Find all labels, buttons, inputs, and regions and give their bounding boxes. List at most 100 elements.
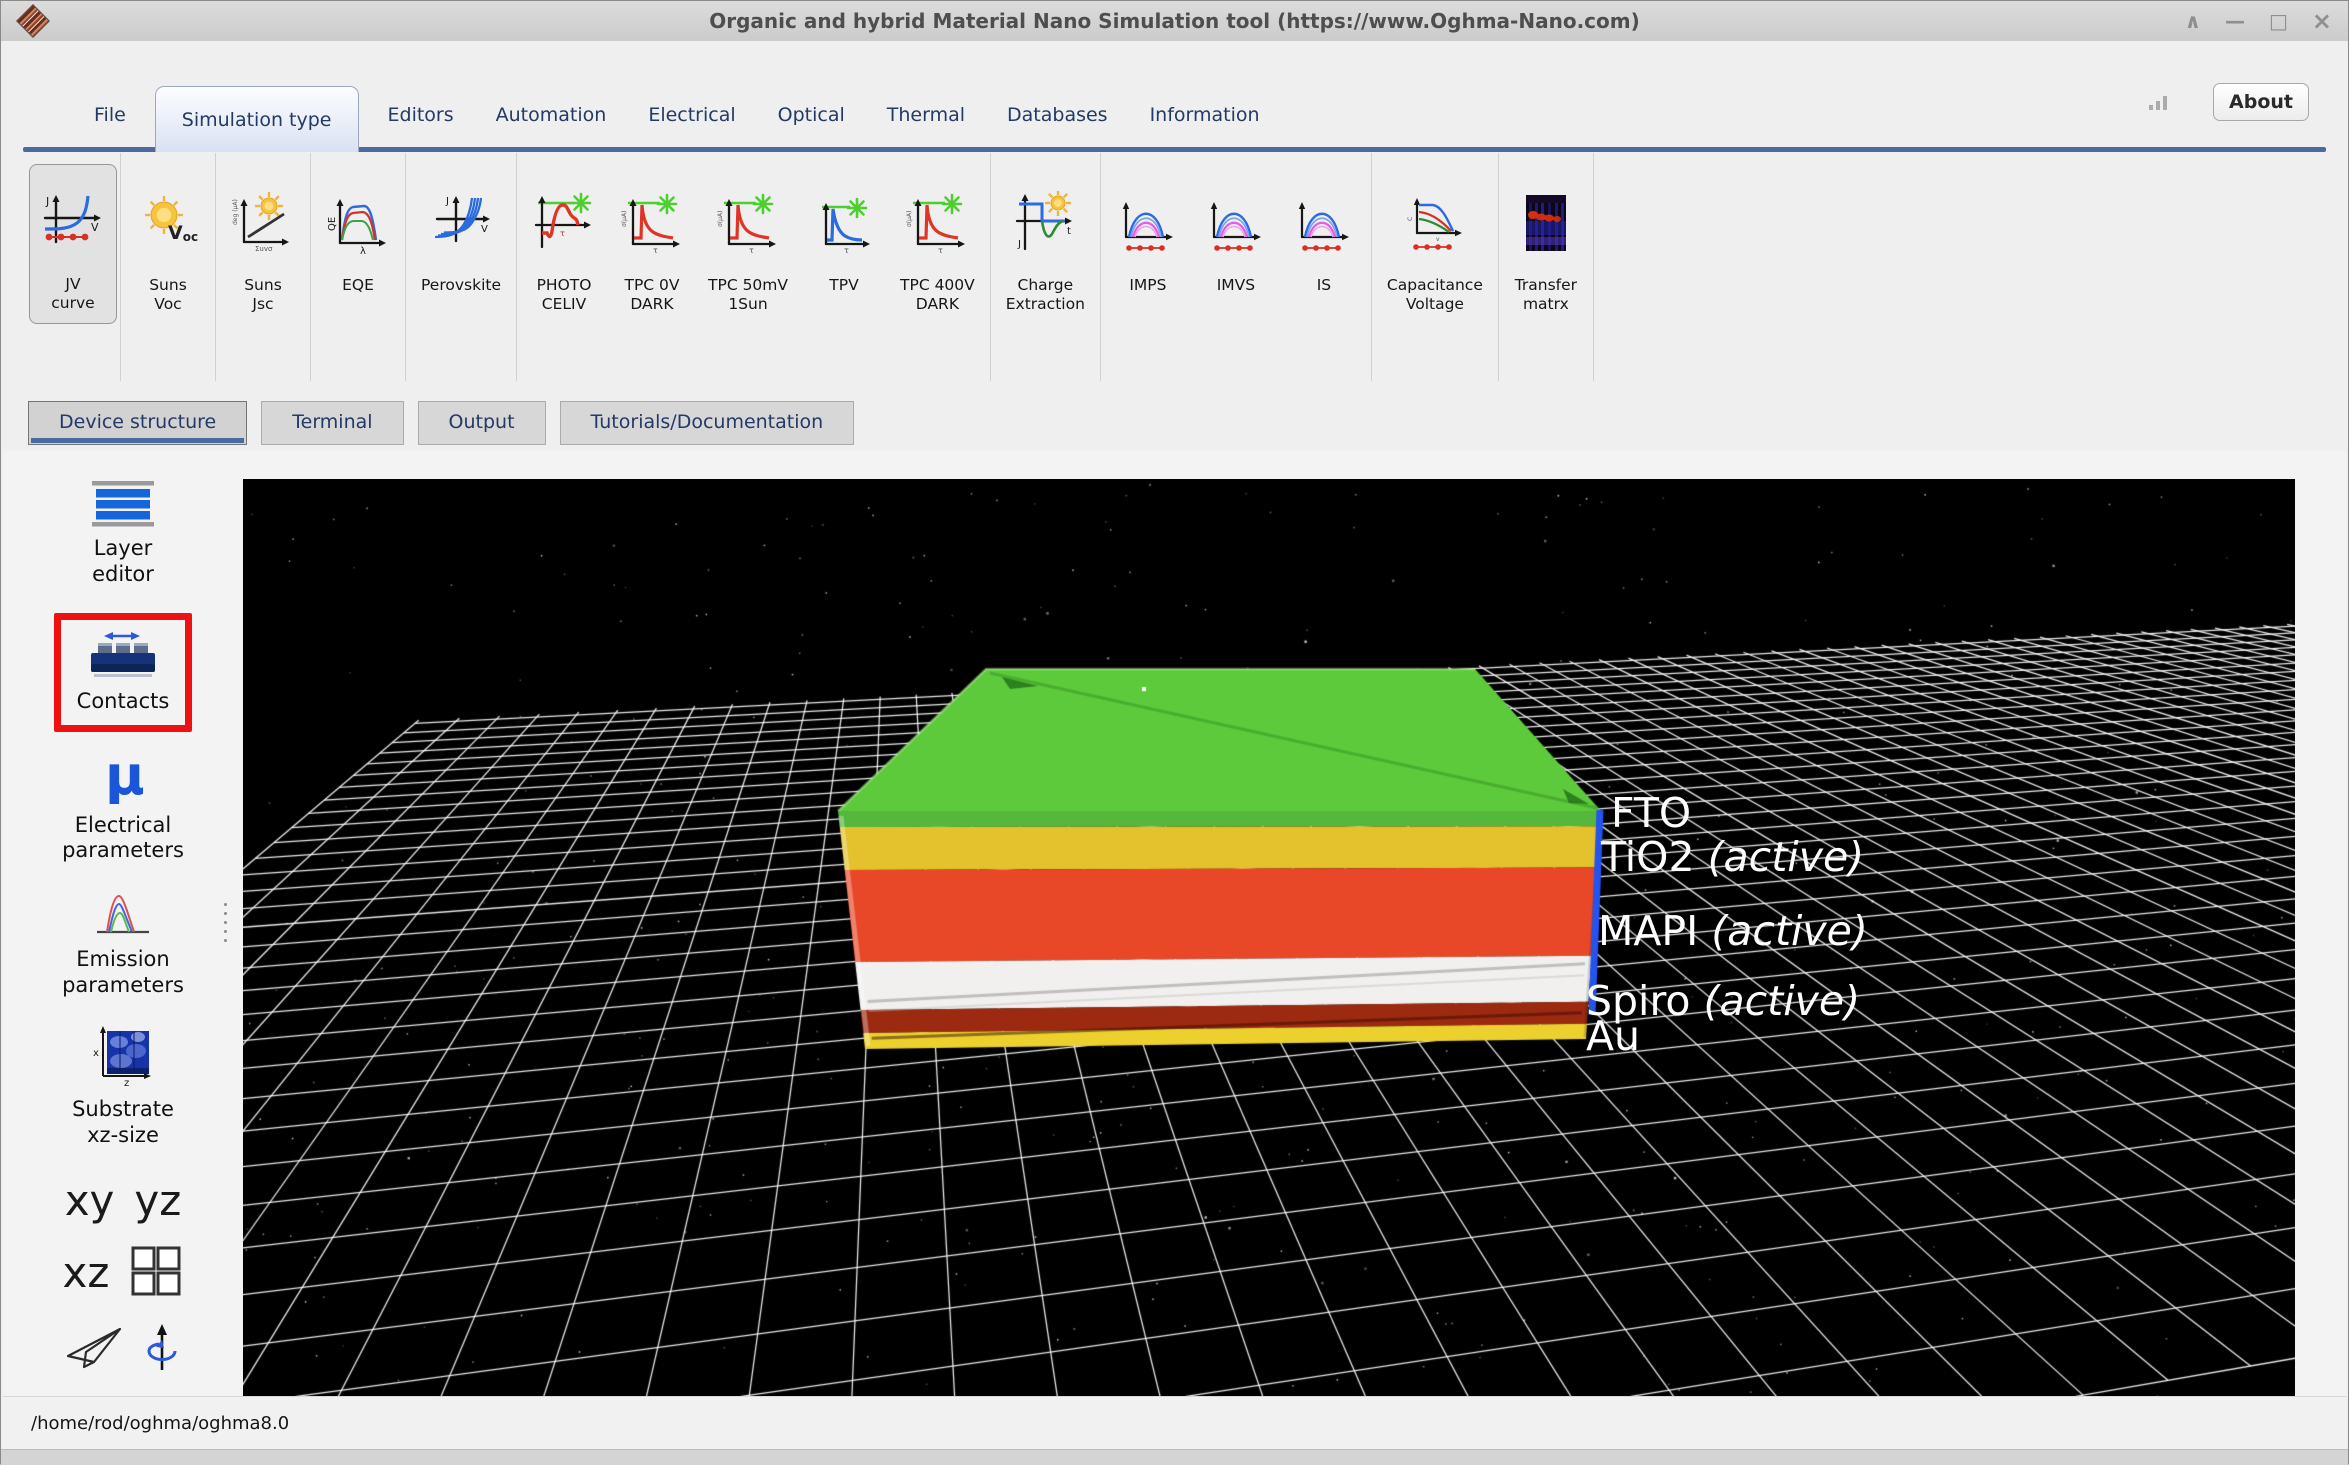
tool-jv-curve[interactable]: JV JV curve xyxy=(29,164,117,324)
tool-label: Transfer matrx xyxy=(1515,276,1577,315)
imps-icon xyxy=(1116,175,1180,271)
grid-2x2-button[interactable] xyxy=(129,1244,183,1302)
svg-text:J: J xyxy=(1017,239,1021,250)
menu-tab-editors[interactable]: Editors xyxy=(367,104,475,152)
tool-suns-voc[interactable]: VocSuns Voc xyxy=(124,165,212,325)
tool-imvs[interactable]: IMVS xyxy=(1192,165,1280,305)
toolbar-group-1: VocSuns Voc xyxy=(121,153,216,381)
svg-text:μ: μ xyxy=(105,746,145,804)
tool-charge-extraction[interactable]: JtCharge Extraction xyxy=(994,165,1097,325)
menu-tab-simulation-type[interactable]: Simulation type xyxy=(155,86,359,152)
close-window-icon[interactable]: × xyxy=(2312,1,2332,41)
contacts-icon xyxy=(86,630,160,680)
sidebar-item-label: Contacts xyxy=(77,689,170,715)
toolbar-group-2: Σuvσdeg (µA)Suns Jsc xyxy=(216,153,311,381)
window-controls: ∧ — □ × xyxy=(2185,1,2332,41)
layer-active-suffix: (active) xyxy=(1690,977,1860,1025)
menu-tab-optical[interactable]: Optical xyxy=(757,104,866,152)
view-yz-button[interactable]: yz xyxy=(134,1180,181,1222)
menu-tab-electrical[interactable]: Electrical xyxy=(627,104,756,152)
simulation-type-ribbon: JV JV curveVocSuns Voc Σuvσdeg (µA)Suns … xyxy=(1,153,2348,396)
svg-text:τ: τ xyxy=(938,246,943,255)
window-bottom-edge xyxy=(1,1449,2348,1465)
tool-tpv[interactable]: τTPV xyxy=(800,165,888,305)
tool-tpc-0v-dark[interactable]: τσ(µA)TPC 0V DARK xyxy=(608,165,696,325)
paper-plane-button[interactable] xyxy=(65,1325,125,1375)
tool-label: PHOTO CELIV xyxy=(537,276,592,315)
sidebar-item-emission-parameters[interactable]: Emission parameters xyxy=(54,884,192,1002)
tool-label: Capacitance Voltage xyxy=(1387,276,1483,315)
menu-tab-thermal[interactable]: Thermal xyxy=(866,104,986,152)
sidebar-item-label: Layer editor xyxy=(92,536,154,587)
tool-transfer-matrx[interactable]: Transfer matrx xyxy=(1502,165,1590,325)
tab-output[interactable]: Output xyxy=(418,401,546,445)
svg-text:QE: QE xyxy=(327,217,338,231)
view-xy-button[interactable]: xy xyxy=(65,1180,115,1222)
tool-photo-celiv[interactable]: τ PHOTO CELIV xyxy=(520,165,608,325)
svg-text:τ: τ xyxy=(560,229,565,238)
maximize-window-icon[interactable]: □ xyxy=(2269,1,2288,41)
sidebar-item-contacts[interactable]: Contacts xyxy=(54,613,193,732)
svg-text:x: x xyxy=(93,1048,99,1059)
svg-text:z: z xyxy=(124,1078,129,1088)
tpc-red-icon: τσ(µA) xyxy=(716,175,780,271)
splitter-handle[interactable] xyxy=(224,903,227,942)
sidebar-item-substrate-xz-size[interactable]: x z Substrate xz-size xyxy=(64,1020,182,1152)
layer-active-suffix: (active) xyxy=(1695,833,1865,881)
minimize-window-icon[interactable]: — xyxy=(2225,1,2245,41)
svg-text:V: V xyxy=(481,224,488,235)
titlebar: Organic and hybrid Material Nano Simulat… xyxy=(1,1,2348,42)
menu-tab-databases[interactable]: Databases xyxy=(986,104,1129,152)
tool-tpc-50mv-1sun[interactable]: τσ(µA) TPC 50mV 1Sun xyxy=(696,165,800,325)
tool-label: Perovskite xyxy=(421,276,501,295)
tool-label: Suns Jsc xyxy=(244,276,282,315)
tool-tpc-400v-dark[interactable]: τσ(µA) TPC 400V DARK xyxy=(888,165,987,325)
view-xz-button[interactable]: xz xyxy=(63,1252,110,1294)
tool-label: IS xyxy=(1317,276,1331,295)
sidebar-item-electrical-parameters[interactable]: μElectrical parameters xyxy=(54,742,192,868)
tool-label: TPC 400V DARK xyxy=(900,276,975,315)
photo-celiv-icon: τ xyxy=(532,175,596,271)
tool-eqe[interactable]: QE λEQE xyxy=(314,165,402,305)
svg-text:λ: λ xyxy=(360,246,366,255)
jv-curve-icon: JV xyxy=(41,174,105,270)
menu-tab-information[interactable]: Information xyxy=(1129,104,1281,152)
menu-tab-file[interactable]: File xyxy=(73,104,147,152)
tool-capacitance-voltage[interactable]: C v Capacitance Voltage xyxy=(1375,165,1495,325)
sidebar-item-layer-editor[interactable]: Layer editor xyxy=(82,477,164,591)
electrical-parameters-icon: μ xyxy=(99,746,147,804)
toolbar-group-7: IMPS IMVS IS xyxy=(1101,153,1372,381)
scene-canvas[interactable] xyxy=(243,479,2295,1396)
layer-name: MAPI xyxy=(1598,907,1698,955)
tool-label: JV curve xyxy=(51,275,94,314)
view-tab-strip: Device structure Terminal Output Tutorials/… xyxy=(1,401,2348,453)
tool-imps[interactable]: IMPS xyxy=(1104,165,1192,305)
sidebar-item-label: Substrate xz-size xyxy=(72,1097,174,1148)
tool-perovskite[interactable]: JV Perovskite xyxy=(409,165,513,305)
svg-text:τ: τ xyxy=(653,246,658,255)
device-3d-view[interactable]: FTOTiO2 (active)MAPI (active)Spiro (acti… xyxy=(243,479,2295,1396)
tab-terminal[interactable]: Terminal xyxy=(261,401,403,445)
layer-label-tio2: TiO2 (active) xyxy=(1601,834,1864,880)
main-content: Layer editor Contacts μElectrical paramet… xyxy=(3,451,2346,1396)
tool-label: Suns Voc xyxy=(149,276,187,315)
tab-device-structure[interactable]: Device structure xyxy=(28,401,247,445)
menu-tab-automation[interactable]: Automation xyxy=(475,104,628,152)
layer-label-au: Au xyxy=(1586,1013,1640,1059)
tool-is[interactable]: IS xyxy=(1280,165,1368,305)
about-button[interactable]: About xyxy=(2213,83,2309,121)
shade-window-icon[interactable]: ∧ xyxy=(2185,1,2201,41)
tool-label: TPC 50mV 1Sun xyxy=(708,276,788,315)
tool-suns-jsc[interactable]: Σuvσdeg (µA)Suns Jsc xyxy=(219,165,307,325)
tool-label: TPV xyxy=(829,276,858,295)
svg-text:τ: τ xyxy=(749,246,754,255)
tool-label: IMPS xyxy=(1129,276,1166,295)
imps-icon xyxy=(1292,175,1356,271)
toolbar-group-5: τ PHOTO CELIV τσ(µA)TPC 0V DARK τσ(µA) TPC… xyxy=(517,153,991,381)
emission-parameters-icon xyxy=(93,888,153,938)
tpc-red-icon: τσ(µA) xyxy=(905,175,969,271)
tab-tutorials-documentation[interactable]: Tutorials/Documentation xyxy=(560,401,855,445)
rotate-y-button[interactable] xyxy=(145,1322,181,1378)
toolbar-group-4: JV Perovskite xyxy=(406,153,517,381)
svg-text:J: J xyxy=(45,195,49,208)
